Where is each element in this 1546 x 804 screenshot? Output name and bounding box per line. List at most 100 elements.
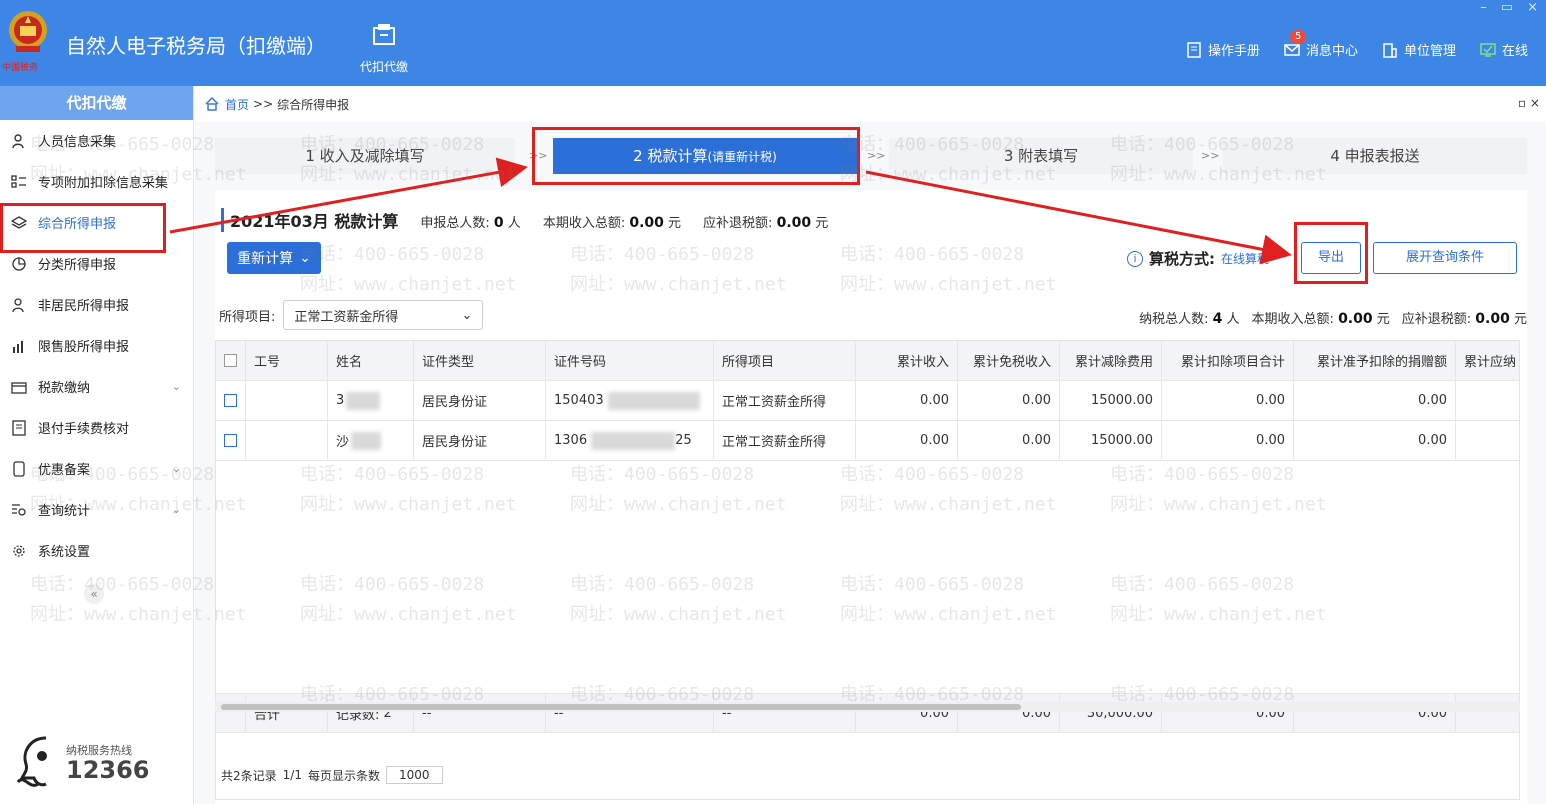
tax-summary: 纳税总人数: 4 人 本期收入总额: 0.00 元 应补退税额: 0.00 元 bbox=[1139, 308, 1527, 327]
per-page-input[interactable]: 1000 bbox=[385, 766, 443, 784]
sidebar-item-personnel[interactable]: 人员信息采集 bbox=[0, 120, 193, 161]
sidebar-item-preferential-filing[interactable]: 优惠备案 ⌄ bbox=[0, 448, 193, 489]
breadcrumb-home-link[interactable]: 首页 bbox=[225, 96, 249, 113]
scrollbar-thumb[interactable] bbox=[221, 704, 1021, 710]
sidebar-item-restricted-stock[interactable]: 限售股所得申报 bbox=[0, 325, 193, 366]
cell-name: 沙 bbox=[328, 421, 414, 460]
unit-management-button[interactable]: 单位管理 bbox=[1382, 40, 1456, 59]
sidebar-item-query-statistics[interactable]: 查询统计 ⌄ bbox=[0, 489, 193, 530]
cell-deduct-total: 0.00 bbox=[1162, 421, 1294, 460]
col-header[interactable]: 累计扣除项目合计 bbox=[1162, 341, 1294, 380]
tax-method: i 算税方式: 在线算税 bbox=[1127, 248, 1269, 269]
sidebar-item-system-settings[interactable]: 系统设置 bbox=[0, 530, 193, 571]
sidebar-item-nonresident-income[interactable]: 非居民所得申报 bbox=[0, 284, 193, 325]
footer-record-count: 记录数: 2 bbox=[328, 694, 414, 732]
footer-dash: -- bbox=[414, 694, 546, 732]
step-4-submit[interactable]: 4 申报表报送 bbox=[1223, 138, 1527, 174]
sidebar-item-label: 非居民所得申报 bbox=[38, 299, 130, 314]
manual-icon bbox=[1187, 41, 1201, 58]
sidebar-item-refund-check[interactable]: 退付手续费核对 bbox=[0, 407, 193, 448]
period-title: 2021年03月 税款计算 bbox=[221, 208, 398, 232]
pager-total: 共2条记录 bbox=[221, 768, 277, 783]
hotline: 纳税服务热线 12366 bbox=[16, 734, 176, 790]
horizontal-scrollbar[interactable] bbox=[215, 702, 1520, 712]
sidebar-item-special-deduction[interactable]: 专项附加扣除信息采集 bbox=[0, 161, 193, 202]
annotation-box-export bbox=[1294, 222, 1368, 284]
period-summary: 2021年03月 税款计算 申报总人数: 0 人 本期收入总额: 0.00 元 … bbox=[221, 208, 828, 232]
person-outline-icon bbox=[10, 296, 28, 314]
message-center-button[interactable]: 5 消息中心 bbox=[1284, 30, 1358, 59]
online-status-button[interactable]: 在线 bbox=[1480, 40, 1528, 59]
person-icon bbox=[10, 132, 28, 150]
pie-icon bbox=[10, 255, 28, 273]
bar-chart-icon bbox=[10, 337, 28, 355]
row-checkbox[interactable] bbox=[216, 381, 246, 420]
cell-income: 0.00 bbox=[856, 421, 958, 460]
online-icon bbox=[1480, 42, 1496, 57]
chevron-down-icon: ⌄ bbox=[171, 462, 181, 475]
message-badge: 5 bbox=[1289, 30, 1307, 44]
breadcrumb-current: 综合所得申报 bbox=[277, 97, 350, 112]
due-sum: 应补退税额: 0.00 元 bbox=[1401, 311, 1527, 327]
filter-label: 所得项目: bbox=[219, 309, 276, 325]
manual-button[interactable]: 操作手册 bbox=[1186, 40, 1260, 59]
cell-income: 0.00 bbox=[856, 381, 958, 420]
income-sum: 本期收入总额: 0.00 元 bbox=[1251, 311, 1390, 327]
col-header[interactable]: 累计免税收入 bbox=[958, 341, 1060, 380]
cell-exempt: 0.00 bbox=[958, 381, 1060, 420]
withholding-tile[interactable]: 代扣代缴 bbox=[352, 22, 416, 75]
recalculate-button[interactable]: 重新计算 ⌄ bbox=[227, 242, 321, 274]
cell-name: 3 bbox=[328, 381, 414, 420]
table-row[interactable]: 沙 居民身份证 1306 25 正常工资薪金所得 0.00 0.00 15000.… bbox=[216, 421, 1519, 461]
col-header[interactable]: 累计收入 bbox=[856, 341, 958, 380]
per-page-label: 每页显示条数 bbox=[307, 768, 380, 783]
col-header[interactable]: 证件类型 bbox=[414, 341, 546, 380]
table-row[interactable]: 3 居民身份证 150403 正常工资薪金所得 0.00 0.00 15000.… bbox=[216, 381, 1519, 421]
step-3-schedule[interactable]: 3 附表填写 bbox=[889, 138, 1193, 174]
breadcrumb: 首页 >> 综合所得申报 ▫ × bbox=[195, 86, 1546, 122]
main-content: 首页 >> 综合所得申报 ▫ × 1 收入及减除填写 >> 2 税款计算(请重新… bbox=[195, 86, 1546, 804]
withholding-tile-label: 代扣代缴 bbox=[359, 60, 408, 74]
tax-method-value[interactable]: 在线算税 bbox=[1221, 250, 1269, 267]
footer-income: 0.00 bbox=[856, 694, 958, 732]
col-header[interactable]: 所得项目 bbox=[714, 341, 856, 380]
close-window-button[interactable]: × bbox=[1527, 0, 1538, 15]
col-header[interactable]: 证件号码 bbox=[546, 341, 714, 380]
sidebar-item-tax-payment[interactable]: 税款缴纳 ⌄ bbox=[0, 366, 193, 407]
col-header[interactable]: 工号 bbox=[246, 341, 328, 380]
step-wizard: 1 收入及减除填写 >> 2 税款计算(请重新计税) >> 3 附表填写 >> … bbox=[215, 138, 1527, 174]
breadcrumb-separator: >> bbox=[253, 97, 274, 111]
sidebar-collapse-button[interactable]: « bbox=[84, 584, 104, 604]
select-all-checkbox[interactable] bbox=[216, 341, 246, 380]
home-icon bbox=[205, 97, 219, 111]
sidebar-item-label: 人员信息采集 bbox=[38, 135, 117, 150]
col-header[interactable]: 累计减除费用 bbox=[1060, 341, 1162, 380]
footer-dash: -- bbox=[546, 694, 714, 732]
tab-close-button[interactable]: ▫ × bbox=[1518, 96, 1540, 110]
col-header[interactable]: 姓名 bbox=[328, 341, 414, 380]
cell-exempt: 0.00 bbox=[958, 421, 1060, 460]
col-header[interactable]: 累计准予扣除的捐赠额 bbox=[1294, 341, 1456, 380]
cell-id bbox=[246, 381, 328, 420]
cell-tax-payable bbox=[1456, 421, 1519, 460]
pagination: 共2条记录 1/1 每页显示条数 1000 bbox=[221, 766, 443, 784]
sidebar-heading: 代扣代缴 bbox=[0, 86, 193, 120]
footer-exempt: 0.00 bbox=[958, 694, 1060, 732]
col-header[interactable]: 累计应纳 bbox=[1456, 341, 1519, 380]
tax-emblem-logo bbox=[9, 11, 47, 52]
cell-deduct: 15000.00 bbox=[1060, 381, 1162, 420]
gear-icon bbox=[10, 542, 28, 560]
income-total: 本期收入总额: 0.00 元 bbox=[542, 215, 682, 231]
tax-calc-table: 工号 姓名 证件类型 证件号码 所得项目 累计收入 累计免税收入 累计减除费用 … bbox=[215, 340, 1520, 800]
step-1-income[interactable]: 1 收入及减除填写 bbox=[215, 138, 515, 174]
folder-icon bbox=[373, 24, 395, 45]
minimize-button[interactable]: – bbox=[1480, 0, 1487, 15]
table-header: 工号 姓名 证件类型 证件号码 所得项目 累计收入 累计免税收入 累计减除费用 … bbox=[216, 341, 1519, 381]
maximize-button[interactable]: ▭ bbox=[1501, 0, 1513, 15]
expand-query-button[interactable]: 展开查询条件 bbox=[1373, 242, 1517, 274]
app-title: 自然人电子税务局（扣缴端） bbox=[66, 34, 326, 58]
row-checkbox[interactable] bbox=[216, 421, 246, 460]
info-icon: i bbox=[1127, 250, 1143, 267]
income-item-select[interactable]: 正常工资薪金所得 ⌄ bbox=[283, 300, 484, 330]
cell-donation: 0.00 bbox=[1294, 421, 1456, 460]
